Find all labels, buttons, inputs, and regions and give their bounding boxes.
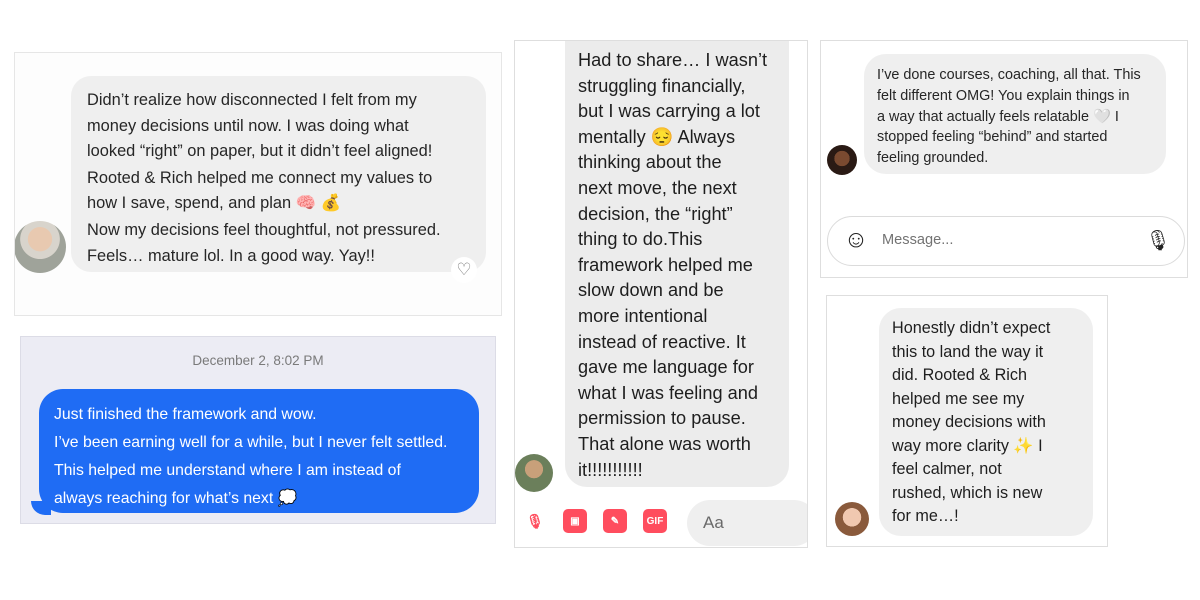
testimonial-card-1: Didn’t realize how disconnected I felt f… [14, 52, 502, 316]
gif-button[interactable]: GIF [643, 509, 667, 533]
message-text: Had to share… I wasn’t struggling financ… [578, 50, 768, 480]
testimonial-card-5: Honestly didn’t expect this to land the … [826, 295, 1108, 547]
message-paragraph: Didn’t realize how disconnected I felt f… [87, 91, 433, 161]
message-placeholder[interactable]: Message... [882, 232, 953, 248]
message-timestamp: December 2, 8:02 PM [192, 353, 324, 368]
avatar [835, 502, 869, 536]
avatar [827, 145, 857, 175]
avatar [15, 221, 66, 273]
mic-icon[interactable]: 🎙 [1145, 227, 1170, 253]
message-paragraph: Now my decisions feel thoughtful, not pr… [87, 220, 441, 265]
gallery-icon[interactable]: ▣ [563, 509, 587, 533]
message-bubble: Didn’t realize how disconnected I felt f… [71, 76, 486, 272]
emoji-icon[interactable]: ☺ [844, 226, 869, 253]
message-input[interactable]: ☺ Message... 🎙 [827, 216, 1185, 266]
message-text: I’ve done courses, coaching, all that. T… [877, 67, 1141, 167]
message-text: Honestly didn’t expect this to land the … [892, 319, 1051, 525]
compose-input[interactable]: Aa [687, 500, 807, 546]
message-bubble: I’ve done courses, coaching, all that. T… [864, 54, 1166, 174]
message-bubble: Just finished the framework and wow. I’v… [39, 389, 479, 513]
heart-icon[interactable]: ♡ [451, 257, 477, 283]
message-bubble: Honestly didn’t expect this to land the … [879, 308, 1093, 536]
message-bubble: Had to share… I wasn’t struggling financ… [565, 41, 789, 487]
testimonial-card-2: December 2, 8:02 PM Just finished the fr… [20, 336, 496, 524]
message-paragraph: Just finished the framework and wow. [54, 406, 317, 423]
sticker-icon[interactable]: ✎ [603, 509, 627, 533]
message-paragraph: Rooted & Rich helped me connect my value… [87, 168, 433, 213]
mic-icon[interactable]: 🎙 [523, 509, 547, 533]
testimonial-card-3: Had to share… I wasn’t struggling financ… [514, 40, 808, 548]
testimonial-card-4: I’ve done courses, coaching, all that. T… [820, 40, 1188, 278]
message-paragraph: I’ve been earning well for a while, but … [54, 434, 448, 451]
message-toolbar: 🎙 ▣ ✎ GIF Aa [515, 497, 807, 547]
avatar [515, 454, 553, 492]
message-paragraph: This helped me understand where I am ins… [54, 462, 401, 507]
